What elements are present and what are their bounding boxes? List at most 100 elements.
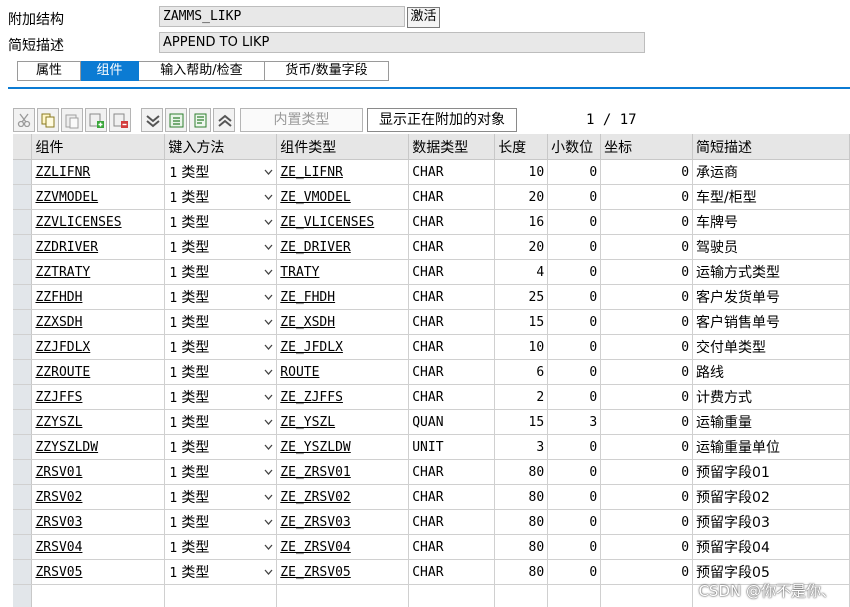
typing-method-select[interactable]: 1 类型 (164, 559, 278, 585)
column-header-short-description[interactable]: 简短描述 (692, 134, 850, 160)
paste-row-button[interactable] (61, 108, 83, 132)
typing-method-select[interactable]: 1 类型 (164, 409, 278, 435)
empty-cell[interactable] (31, 584, 166, 607)
component-type-cell[interactable]: TRATY (276, 259, 410, 285)
table-row[interactable]: ZZXSDH 1 类型 ZE_XSDH CHAR 15 0 0 客户销售单号 (13, 309, 850, 335)
row-selector[interactable] (13, 434, 33, 460)
component-name-cell[interactable]: ZZJFDLX (31, 334, 166, 360)
row-selector[interactable] (13, 259, 33, 285)
row-selector[interactable] (13, 234, 33, 260)
typing-method-select[interactable]: 1 类型 (164, 209, 278, 235)
row-selector[interactable] (13, 384, 33, 410)
insert-row-button[interactable] (85, 108, 107, 132)
row-selector[interactable] (13, 359, 33, 385)
row-selector[interactable] (13, 284, 33, 310)
empty-cell[interactable] (276, 584, 410, 607)
component-name-cell[interactable]: ZZXSDH (31, 309, 166, 335)
component-type-cell[interactable]: ZE_YSZLDW (276, 434, 410, 460)
show-appended-object-button[interactable]: 显示正在附加的对象 (367, 108, 517, 132)
column-header-length[interactable]: 长度 (494, 134, 549, 160)
component-type-cell[interactable]: ZE_VMODEL (276, 184, 410, 210)
typing-method-select[interactable]: 1 类型 (164, 334, 278, 360)
component-name-cell[interactable]: ZRSV02 (31, 484, 166, 510)
row-selector[interactable] (13, 459, 33, 485)
component-type-cell[interactable]: ZE_ZRSV03 (276, 509, 410, 535)
typing-method-select[interactable]: 1 类型 (164, 284, 278, 310)
table-row[interactable]: ZZVLICENSES 1 类型 ZE_VLICENSES CHAR 16 0 0 车牌号 (13, 209, 850, 235)
row-selector[interactable] (13, 584, 33, 607)
typing-method-select[interactable]: 1 类型 (164, 234, 278, 260)
typing-method-select[interactable]: 1 类型 (164, 309, 278, 335)
row-selector[interactable] (13, 184, 33, 210)
typing-method-select[interactable]: 1 类型 (164, 534, 278, 560)
column-header-component[interactable]: 组件 (31, 134, 166, 160)
row-selector[interactable] (13, 309, 33, 335)
cut-row-button[interactable] (13, 108, 35, 132)
component-name-cell[interactable]: ZZTRATY (31, 259, 166, 285)
typing-method-select[interactable]: 1 类型 (164, 459, 278, 485)
table-row[interactable]: ZZLIFNR 1 类型 ZE_LIFNR CHAR 10 0 0 承运商 (13, 159, 850, 185)
component-type-cell[interactable]: ZE_YSZL (276, 409, 410, 435)
row-selector[interactable] (13, 409, 33, 435)
component-name-cell[interactable]: ZRSV04 (31, 534, 166, 560)
field-list-button[interactable] (189, 108, 211, 132)
component-type-cell[interactable]: ZE_JFDLX (276, 334, 410, 360)
builtin-type-button[interactable]: 内置类型 (240, 108, 363, 132)
row-selector[interactable] (13, 534, 33, 560)
row-selector-header[interactable] (13, 134, 33, 160)
structure-button[interactable] (165, 108, 187, 132)
table-row[interactable]: ZRSV01 1 类型 ZE_ZRSV01 CHAR 80 0 0 预留字段01 (13, 459, 850, 485)
empty-cell[interactable] (164, 584, 278, 607)
table-row[interactable]: ZRSV04 1 类型 ZE_ZRSV04 CHAR 80 0 0 预留字段04 (13, 534, 850, 560)
row-selector[interactable] (13, 559, 33, 585)
component-name-cell[interactable]: ZZVLICENSES (31, 209, 166, 235)
component-name-cell[interactable]: ZRSV01 (31, 459, 166, 485)
table-row[interactable]: ZRSV03 1 类型 ZE_ZRSV03 CHAR 80 0 0 预留字段03 (13, 509, 850, 535)
component-name-cell[interactable]: ZZDRIVER (31, 234, 166, 260)
component-name-cell[interactable]: ZZVMODEL (31, 184, 166, 210)
table-row[interactable]: ZZJFFS 1 类型 ZE_ZJFFS CHAR 2 0 0 计费方式 (13, 384, 850, 410)
component-name-cell[interactable]: ZZYSZLDW (31, 434, 166, 460)
table-row[interactable]: ZZVMODEL 1 类型 ZE_VMODEL CHAR 20 0 0 车型/柜型 (13, 184, 850, 210)
component-name-cell[interactable]: ZRSV03 (31, 509, 166, 535)
column-header-component-type[interactable]: 组件类型 (276, 134, 410, 160)
table-row[interactable]: ZRSV02 1 类型 ZE_ZRSV02 CHAR 80 0 0 预留字段02 (13, 484, 850, 510)
tab-input-help-check[interactable]: 输入帮助/检查 (139, 61, 265, 81)
typing-method-select[interactable]: 1 类型 (164, 484, 278, 510)
activate-button[interactable]: 激活 (407, 7, 440, 28)
component-name-cell[interactable]: ZZLIFNR (31, 159, 166, 185)
component-name-cell[interactable]: ZZROUTE (31, 359, 166, 385)
collapse-up-button[interactable] (213, 108, 235, 132)
component-type-cell[interactable]: ZE_ZRSV01 (276, 459, 410, 485)
row-selector[interactable] (13, 334, 33, 360)
copy-row-button[interactable] (37, 108, 59, 132)
expand-down-button[interactable] (141, 108, 163, 132)
typing-method-select[interactable]: 1 类型 (164, 509, 278, 535)
component-name-cell[interactable]: ZRSV05 (31, 559, 166, 585)
table-row[interactable]: ZZFHDH 1 类型 ZE_FHDH CHAR 25 0 0 客户发货单号 (13, 284, 850, 310)
component-type-cell[interactable]: ZE_FHDH (276, 284, 410, 310)
tab-components[interactable]: 组件 (81, 61, 139, 81)
typing-method-select[interactable]: 1 类型 (164, 434, 278, 460)
component-type-cell[interactable]: ZE_ZRSV02 (276, 484, 410, 510)
table-row[interactable]: ZZYSZLDW 1 类型 ZE_YSZLDW UNIT 3 0 0 运输重量单位 (13, 434, 850, 460)
component-type-cell[interactable]: ZE_VLICENSES (276, 209, 410, 235)
short-desc-field[interactable]: APPEND TO LIKP (159, 32, 645, 53)
component-type-cell[interactable]: ZE_XSDH (276, 309, 410, 335)
column-header-typing-method[interactable]: 键入方法 (164, 134, 278, 160)
table-row[interactable]: ZZYSZL 1 类型 ZE_YSZL QUAN 15 3 0 运输重量 (13, 409, 850, 435)
table-row[interactable]: ZZROUTE 1 类型 ROUTE CHAR 6 0 0 路线 (13, 359, 850, 385)
row-selector[interactable] (13, 159, 33, 185)
component-type-cell[interactable]: ZE_DRIVER (276, 234, 410, 260)
component-name-cell[interactable]: ZZYSZL (31, 409, 166, 435)
column-header-decimals[interactable]: 小数位 (547, 134, 602, 160)
typing-method-select[interactable]: 1 类型 (164, 384, 278, 410)
append-struct-field[interactable]: ZAMMS_LIKP (159, 6, 405, 27)
typing-method-select[interactable]: 1 类型 (164, 159, 278, 185)
table-row[interactable]: ZZJFDLX 1 类型 ZE_JFDLX CHAR 10 0 0 交付单类型 (13, 334, 850, 360)
typing-method-select[interactable]: 1 类型 (164, 184, 278, 210)
component-type-cell[interactable]: ZE_ZJFFS (276, 384, 410, 410)
tab-attributes[interactable]: 属性 (17, 61, 81, 81)
tab-currency-quantity-fields[interactable]: 货币/数量字段 (265, 61, 389, 81)
typing-method-select[interactable]: 1 类型 (164, 359, 278, 385)
